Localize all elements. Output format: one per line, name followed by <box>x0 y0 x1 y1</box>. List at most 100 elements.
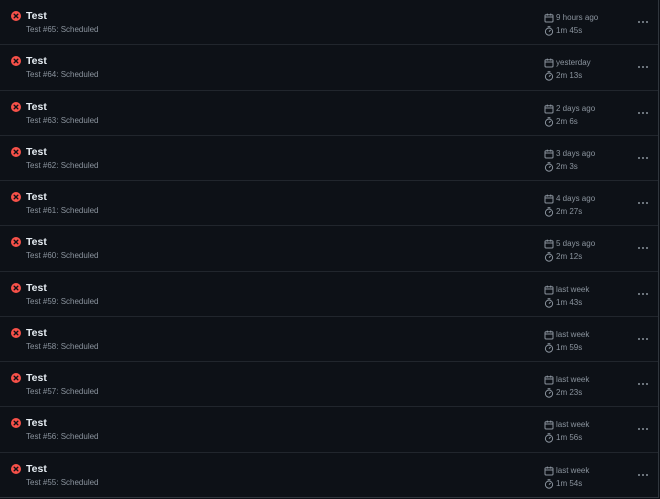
run-duration-text: 1m 59s <box>556 342 583 352</box>
calendar-icon <box>544 239 554 249</box>
run-title-link[interactable]: Test <box>26 372 47 385</box>
workflow-run-row[interactable]: Test Test #59: Scheduled last week 1m 43… <box>0 272 658 317</box>
run-title-link[interactable]: Test <box>26 55 47 68</box>
x-circle-icon <box>11 146 21 157</box>
run-duration-text: 1m 45s <box>556 26 583 35</box>
kebab-horizontal-icon <box>638 111 640 114</box>
run-subtitle: Test #58: Scheduled <box>26 341 99 351</box>
calendar-icon <box>544 149 554 159</box>
stopwatch-icon <box>544 343 554 353</box>
run-subtitle: Test #55: Scheduled <box>26 477 99 487</box>
run-actions-menu-button[interactable] <box>634 421 652 435</box>
run-timestamp-text: last week <box>556 329 590 339</box>
kebab-horizontal-icon <box>638 337 640 340</box>
run-title-link[interactable]: Test <box>26 236 47 249</box>
run-actions-menu-button[interactable] <box>634 14 652 28</box>
run-duration-text: 2m 13s <box>556 71 583 81</box>
run-duration-text: 2m 6s <box>556 116 578 126</box>
run-actions-menu-button[interactable] <box>634 150 652 164</box>
run-duration-text: 2m 27s <box>556 207 583 217</box>
run-subtitle: Test #65: Scheduled <box>26 25 99 34</box>
stopwatch-icon <box>544 388 554 398</box>
x-circle-icon <box>11 418 21 429</box>
kebab-horizontal-icon <box>638 156 640 159</box>
stopwatch-icon <box>544 26 554 36</box>
workflow-run-row[interactable]: Test Test #65: Scheduled 9 hours ago 1m … <box>0 0 658 46</box>
calendar-icon <box>544 420 554 430</box>
run-subtitle: Test #64: Scheduled <box>26 70 99 80</box>
run-duration-text: 2m 12s <box>556 252 583 262</box>
x-circle-icon <box>11 11 21 21</box>
workflow-run-row[interactable]: Test Test #64: Scheduled yesterday 2m 13… <box>0 45 658 91</box>
run-actions-menu-button[interactable] <box>634 240 652 254</box>
run-duration-text: 2m 23s <box>556 388 583 398</box>
run-duration-text: 2m 3s <box>556 161 578 171</box>
calendar-icon <box>544 466 554 476</box>
run-title-link[interactable]: Test <box>26 191 47 204</box>
kebab-horizontal-icon <box>638 428 640 431</box>
run-timestamp-text: 4 days ago <box>556 194 596 204</box>
run-timestamp-text: 3 days ago <box>556 148 596 158</box>
run-title-link[interactable]: Test <box>26 463 47 476</box>
workflow-run-row[interactable]: Test Test #58: Scheduled last week 1m 59… <box>0 317 658 363</box>
kebab-horizontal-icon <box>638 66 640 69</box>
workflow-run-row[interactable]: Test Test #63: Scheduled 2 days ago 2m 6… <box>0 91 658 136</box>
x-circle-icon <box>11 282 21 293</box>
kebab-horizontal-icon <box>638 21 640 23</box>
run-actions-menu-button[interactable] <box>634 331 652 345</box>
workflow-run-row[interactable]: Test Test #61: Scheduled 4 days ago 2m 2… <box>0 181 658 227</box>
stopwatch-icon <box>544 297 554 308</box>
run-subtitle: Test #61: Scheduled <box>26 206 99 216</box>
run-title-link[interactable]: Test <box>26 282 47 295</box>
calendar-icon <box>544 104 554 114</box>
kebab-horizontal-icon <box>638 292 640 295</box>
run-timestamp-text: 9 hours ago <box>556 13 599 22</box>
run-duration-text: 1m 54s <box>556 478 583 488</box>
calendar-icon <box>544 330 554 340</box>
run-actions-menu-button[interactable] <box>634 195 652 209</box>
kebab-horizontal-icon <box>638 247 640 250</box>
kebab-horizontal-icon <box>638 383 640 386</box>
workflow-run-row[interactable]: Test Test #57: Scheduled last week 2m 23… <box>0 362 658 408</box>
run-actions-menu-button[interactable] <box>634 376 652 390</box>
run-actions-menu-button[interactable] <box>634 286 652 300</box>
workflow-run-row[interactable]: Test Test #55: Scheduled last week 1m 54… <box>0 453 658 498</box>
calendar-icon <box>544 375 554 385</box>
calendar-icon <box>544 285 554 295</box>
run-subtitle: Test #60: Scheduled <box>26 251 99 261</box>
run-title-link[interactable]: Test <box>26 101 47 114</box>
stopwatch-icon <box>544 71 554 81</box>
stopwatch-icon <box>544 433 554 444</box>
run-title-link[interactable]: Test <box>26 10 47 23</box>
run-actions-menu-button[interactable] <box>634 467 652 481</box>
calendar-icon <box>544 58 554 68</box>
run-subtitle: Test #59: Scheduled <box>26 296 99 306</box>
x-circle-icon <box>11 463 21 474</box>
calendar-icon <box>544 13 554 23</box>
run-subtitle: Test #57: Scheduled <box>26 387 99 397</box>
x-circle-icon <box>11 101 21 112</box>
run-timestamp-text: 2 days ago <box>556 103 596 113</box>
calendar-icon <box>544 194 554 204</box>
kebab-horizontal-icon <box>638 473 640 476</box>
run-timestamp-text: last week <box>556 375 590 385</box>
stopwatch-icon <box>544 207 554 217</box>
run-subtitle: Test #56: Scheduled <box>26 432 99 442</box>
workflow-run-row[interactable]: Test Test #62: Scheduled 3 days ago 2m 3… <box>0 136 658 182</box>
run-actions-menu-button[interactable] <box>634 105 652 119</box>
run-timestamp-text: last week <box>556 465 590 475</box>
run-actions-menu-button[interactable] <box>634 59 652 73</box>
run-timestamp-text: last week <box>556 420 590 430</box>
run-timestamp-text: 5 days ago <box>556 239 596 249</box>
run-subtitle: Test #62: Scheduled <box>26 160 99 170</box>
stopwatch-icon <box>544 161 554 172</box>
kebab-horizontal-icon <box>638 202 640 205</box>
stopwatch-icon <box>544 252 554 263</box>
run-title-link[interactable]: Test <box>26 146 47 159</box>
stopwatch-icon <box>544 116 554 127</box>
run-title-link[interactable]: Test <box>26 417 47 430</box>
workflow-run-row[interactable]: Test Test #60: Scheduled 5 days ago 2m 1… <box>0 226 658 272</box>
workflow-run-row[interactable]: Test Test #56: Scheduled last week 1m 56… <box>0 407 658 453</box>
run-title-link[interactable]: Test <box>26 327 47 340</box>
workflow-run-list: Test Test #65: Scheduled 9 hours ago 1m … <box>0 0 659 498</box>
